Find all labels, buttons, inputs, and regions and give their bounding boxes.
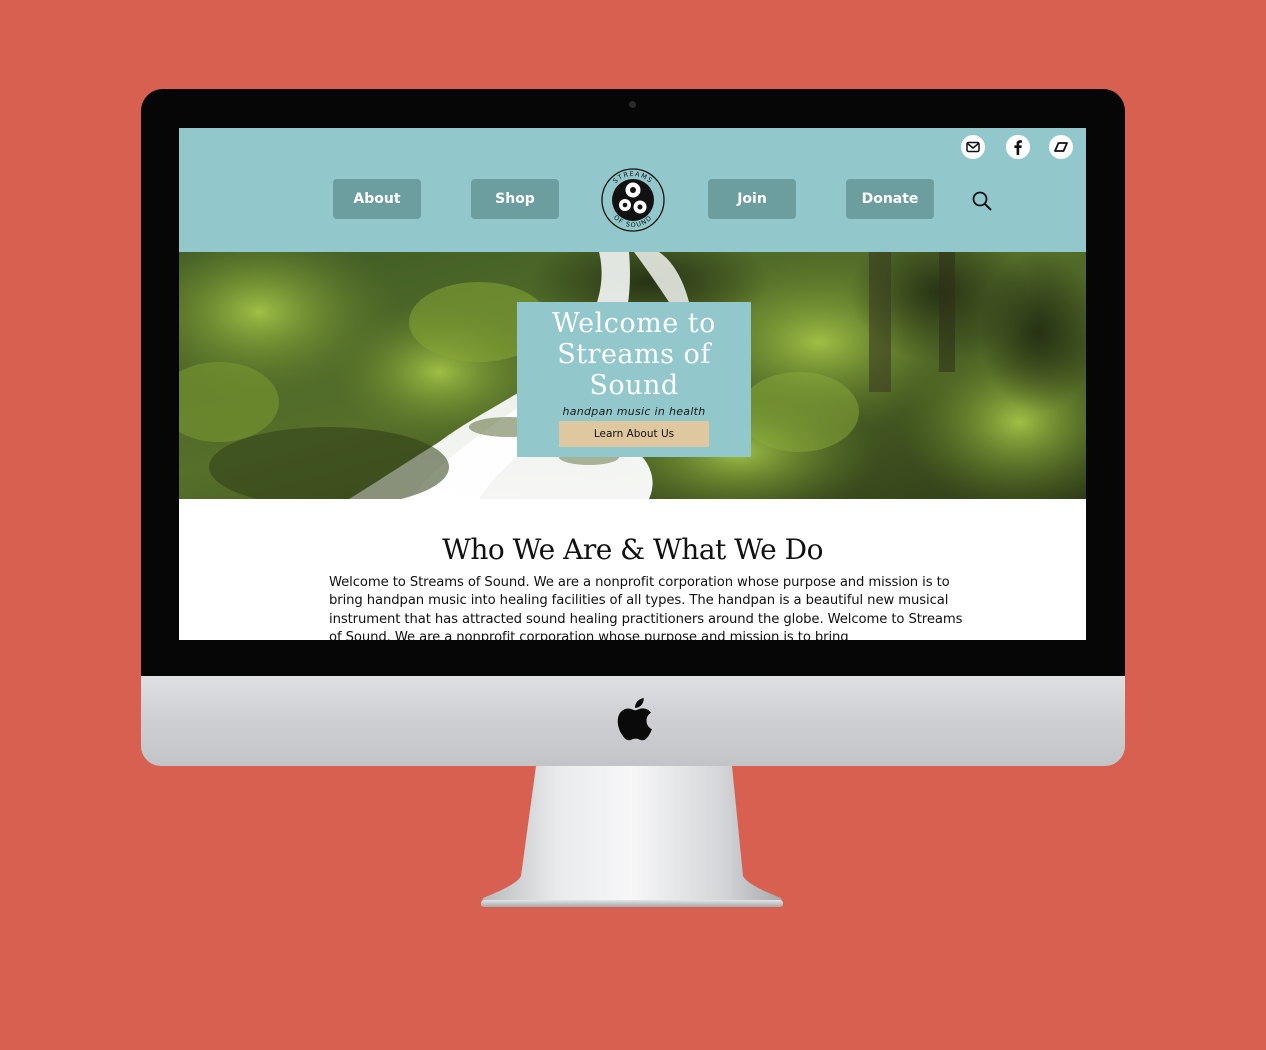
nav-shop-button[interactable]: Shop [471, 179, 559, 219]
imac-stand [481, 766, 783, 907]
camera-icon [629, 101, 636, 108]
site-header: About Shop STREAMS OF SOUND Join Donate [179, 128, 1086, 252]
hero-welcome-card: Welcome to Streams of Sound handpan musi… [517, 302, 751, 457]
hero-title: Welcome to Streams of Sound [552, 308, 716, 401]
about-section: Who We Are & What We Do Welcome to Strea… [179, 499, 1086, 640]
nav-join-button[interactable]: Join [708, 179, 796, 219]
apple-logo-icon [617, 698, 652, 741]
streams-of-sound-logo[interactable]: STREAMS OF SOUND [600, 167, 666, 233]
mockup-stage: About Shop STREAMS OF SOUND Join Donate … [0, 0, 1266, 1050]
nav-donate-button[interactable]: Donate [846, 179, 934, 219]
facebook-icon[interactable] [1006, 135, 1030, 159]
search-icon[interactable] [970, 189, 994, 213]
website-screen: About Shop STREAMS OF SOUND Join Donate … [179, 128, 1086, 640]
nav-about-button[interactable]: About [333, 179, 421, 219]
email-icon[interactable] [961, 135, 985, 159]
about-title: Who We Are & What We Do [442, 533, 823, 566]
hero-tagline: handpan music in health [562, 405, 706, 418]
learn-about-us-button[interactable]: Learn About Us [559, 421, 709, 447]
hero-banner: Welcome to Streams of Sound handpan musi… [179, 252, 1086, 499]
about-body-text: Welcome to Streams of Sound. We are a no… [329, 575, 963, 640]
bandcamp-icon[interactable] [1049, 135, 1073, 159]
